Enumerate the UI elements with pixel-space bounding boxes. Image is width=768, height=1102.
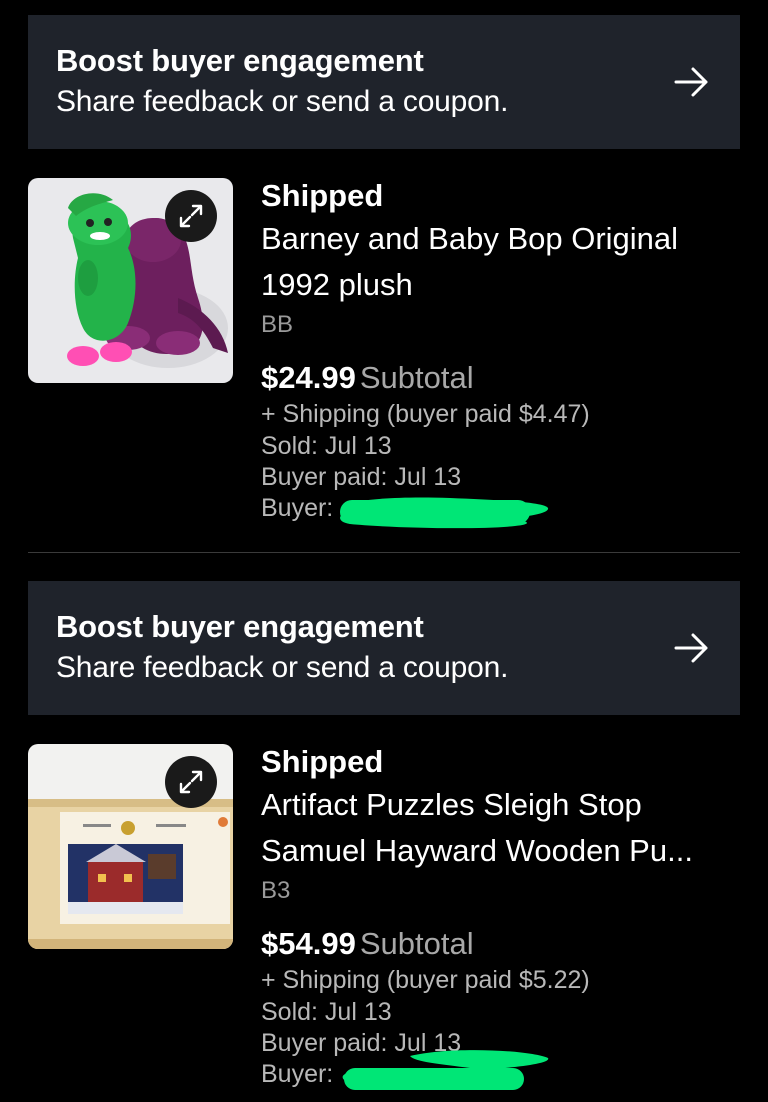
item-title[interactable]: Artifact Puzzles Sleigh Stop Samuel Hayw… <box>261 782 741 874</box>
price-label: Subtotal <box>359 926 474 961</box>
price-row: $24.99 Subtotal <box>261 360 474 396</box>
item-price: $54.99 <box>261 926 356 961</box>
banner-title: Boost buyer engagement <box>56 609 424 644</box>
shipping-info: + Shipping (buyer paid $4.47) <box>261 400 590 428</box>
price-label: Subtotal <box>359 360 474 395</box>
boost-engagement-banner[interactable]: Boost buyer engagement Share feedback or… <box>28 15 740 149</box>
expand-image-button[interactable] <box>165 756 217 808</box>
boost-engagement-banner[interactable]: Boost buyer engagement Share feedback or… <box>28 581 740 715</box>
item-title[interactable]: Barney and Baby Bop Original 1992 plush <box>261 216 741 308</box>
expand-icon <box>179 770 203 794</box>
redaction-scribble <box>340 497 549 529</box>
order-divider <box>28 552 740 553</box>
item-thumbnail[interactable] <box>28 744 233 949</box>
banner-subtitle: Share feedback or send a coupon. <box>56 85 509 118</box>
order-status: Shipped <box>261 178 384 213</box>
sold-date: Sold: Jul 13 <box>261 998 392 1026</box>
expand-icon <box>179 204 203 228</box>
shipping-info: + Shipping (buyer paid $5.22) <box>261 966 590 994</box>
item-title-line-2: 1992 plush <box>261 267 413 302</box>
arrow-right-icon[interactable] <box>672 631 712 665</box>
arrow-right-icon[interactable] <box>672 65 712 99</box>
sold-orders-page: Boost buyer engagement Share feedback or… <box>0 0 768 1102</box>
banner-title: Boost buyer engagement <box>56 43 424 78</box>
item-title-line-2: Samuel Hayward Wooden Pu... <box>261 833 693 868</box>
item-title-line-1: Artifact Puzzles Sleigh Stop <box>261 787 642 822</box>
buyer-paid-date: Buyer paid: Jul 13 <box>261 463 462 491</box>
sold-date: Sold: Jul 13 <box>261 432 392 460</box>
item-sku: B3 <box>261 877 291 904</box>
buyer-label: Buyer: <box>261 494 334 522</box>
order-card[interactable]: Shipped Barney and Baby Bop Original 199… <box>0 178 768 538</box>
price-row: $54.99 Subtotal <box>261 926 474 962</box>
banner-subtitle: Share feedback or send a coupon. <box>56 651 509 684</box>
buyer-paid-date: Buyer paid: Jul 13 <box>261 1029 462 1057</box>
item-thumbnail[interactable] <box>28 178 233 383</box>
item-sku: BB <box>261 311 294 338</box>
order-status: Shipped <box>261 744 384 779</box>
item-price: $24.99 <box>261 360 356 395</box>
expand-image-button[interactable] <box>165 190 217 242</box>
order-card[interactable]: Shipped Artifact Puzzles Sleigh Stop Sam… <box>0 744 768 1102</box>
item-title-line-1: Barney and Baby Bop Original <box>261 221 679 256</box>
buyer-label: Buyer: <box>261 1060 334 1088</box>
